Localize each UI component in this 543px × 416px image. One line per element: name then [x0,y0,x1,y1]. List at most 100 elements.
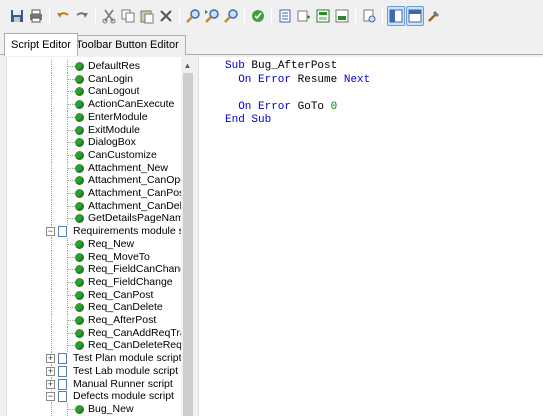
tree-node-label: Req_CanPost [88,288,154,301]
undo-button[interactable] [54,6,72,26]
tree-node-module[interactable]: − Requirements module script [7,225,194,239]
tree-guide-line [67,212,68,226]
toolbar-separator [244,7,245,25]
save-button[interactable] [8,6,26,26]
tree-node-method[interactable]: Attachment_CanDelete [7,199,194,213]
tree-node-method[interactable]: DefaultRes [7,60,183,73]
tab-script-editor[interactable]: Script Editor [4,33,78,56]
expand-icon[interactable]: + [46,366,55,376]
view-script-button[interactable] [360,6,378,26]
tree-node-label: Req_CanDeleteReqTrace [88,339,194,352]
toolbar-separator [49,7,50,25]
method-icon [75,214,84,224]
code-keyword: On Error [238,100,292,113]
tools-button[interactable] [425,6,443,26]
tree-node-method[interactable]: Req_MoveTo [7,250,183,264]
tree-scrollbar-thumb[interactable] [183,73,193,416]
find-icon [186,9,200,23]
copy-icon [121,9,135,23]
tree-guide-line [67,129,75,131]
script-tree[interactable]: DefaultRes CanLogin CanLogout ActionCanExec… [6,57,194,416]
tree-guide-line [67,205,75,207]
tree-guide-line [67,326,68,340]
tree-node-label: Attachment_New [88,161,168,174]
tree-guide-line [51,174,52,188]
tree-node-method[interactable]: ActionCanExecute [7,98,183,112]
tree-node-method[interactable]: Req_New [7,237,183,251]
tree-node-label: Req_New [88,237,135,250]
tree-node-module[interactable]: + Manual Runner script [7,377,183,391]
expand-icon[interactable]: + [46,379,55,389]
toolbar-separator [271,7,272,25]
tree-guide-line [67,218,75,220]
tree-guide-line [67,91,75,93]
tree-guide-line [67,123,68,137]
tree-node-method[interactable]: Attachment_CanPost [7,187,187,200]
tree-node-method[interactable]: GetDetailsPageName [7,212,190,226]
tree-node-method[interactable]: Req_CanPost [7,288,183,302]
tree-guide-line [67,66,75,67]
tree-node-method[interactable]: Req_CanAddReqTraces [7,326,194,340]
redo-button[interactable] [73,6,91,26]
tree-guide-line [67,187,68,200]
tree-node-label: Test Lab module script [73,364,179,377]
tree-node-method[interactable]: Req_FieldChange [7,275,183,289]
method-icon [75,277,84,287]
tree-node-method[interactable]: DialogBox [7,136,183,150]
replace-button[interactable] [222,6,240,26]
expand-icon[interactable]: + [46,354,55,364]
collapse-icon[interactable]: − [46,392,55,402]
tree-node-method[interactable]: Req_CanDeleteReqTrace [7,339,194,353]
copy-script-button[interactable] [333,6,351,26]
tree-node-module[interactable]: + Test Lab module script [7,364,183,378]
tree-guide-line [51,148,52,162]
tree-node-label: Req_FieldCanChange [88,263,192,276]
tree-node-method[interactable]: Bug_New [7,402,183,416]
tree-guide-line [67,78,75,80]
tab-toolbar-button-editor[interactable]: Toolbar Button Editor [69,35,186,55]
copy-button[interactable] [119,6,137,26]
generate-script-button[interactable] [276,6,294,26]
tree-node-module[interactable]: − Defects module script [7,390,183,404]
tree-guide-line [67,294,75,296]
tree-node-method[interactable]: CanLogout [7,85,183,99]
tree-node-method[interactable]: Req_CanDelete [7,301,183,315]
print-button[interactable] [27,6,45,26]
tree-node-method[interactable]: CanLogin [7,72,183,86]
find-next-button[interactable] [203,6,221,26]
tree-node-label: Test Plan module script [73,352,182,365]
find-button[interactable] [184,6,202,26]
collapse-icon[interactable]: − [46,227,55,237]
tree-guide-line [51,85,52,99]
tree-guide-line [51,123,52,137]
tree-node-label: CanLogout [88,85,140,98]
tree-node-label: Requirements module script [73,225,194,238]
tree-node-method[interactable]: Req_FieldCanChange [7,263,192,277]
code-text: GoTo [291,100,331,113]
toolbar-icon [316,9,330,23]
layout-tree-button[interactable] [387,6,405,26]
layout-editor-button[interactable] [406,6,424,26]
tree-guide-line [67,263,68,277]
tree-node-method[interactable]: Req_AfterPost [7,314,183,327]
paste-button[interactable] [138,6,156,26]
tree-guide-line [51,326,52,340]
tree-node-module[interactable]: + Test Plan module script [7,352,183,366]
tree-node-method[interactable]: Attachment_CanOpen [7,174,192,188]
code-editor[interactable]: Sub Bug_AfterPost On Error Resume Next O… [198,57,543,416]
tree-guide-line [67,136,68,150]
toolbar-button[interactable] [314,6,332,26]
tree-guide-line [51,60,52,73]
delete-button[interactable] [157,6,175,26]
syntax-check-button[interactable] [249,6,267,26]
code-line: On Error Resume Next [225,74,370,87]
tree-node-method[interactable]: CanCustomize [7,148,183,162]
scroll-up-arrow-icon[interactable]: ▲ [182,60,193,71]
add-button-button[interactable] [295,6,313,26]
tree-node-method[interactable]: Attachment_New [7,161,183,175]
tree-node-method[interactable]: ExitModule [7,123,183,137]
tree-node-method[interactable]: EnterModule [7,110,183,124]
cut-button[interactable] [100,6,118,26]
